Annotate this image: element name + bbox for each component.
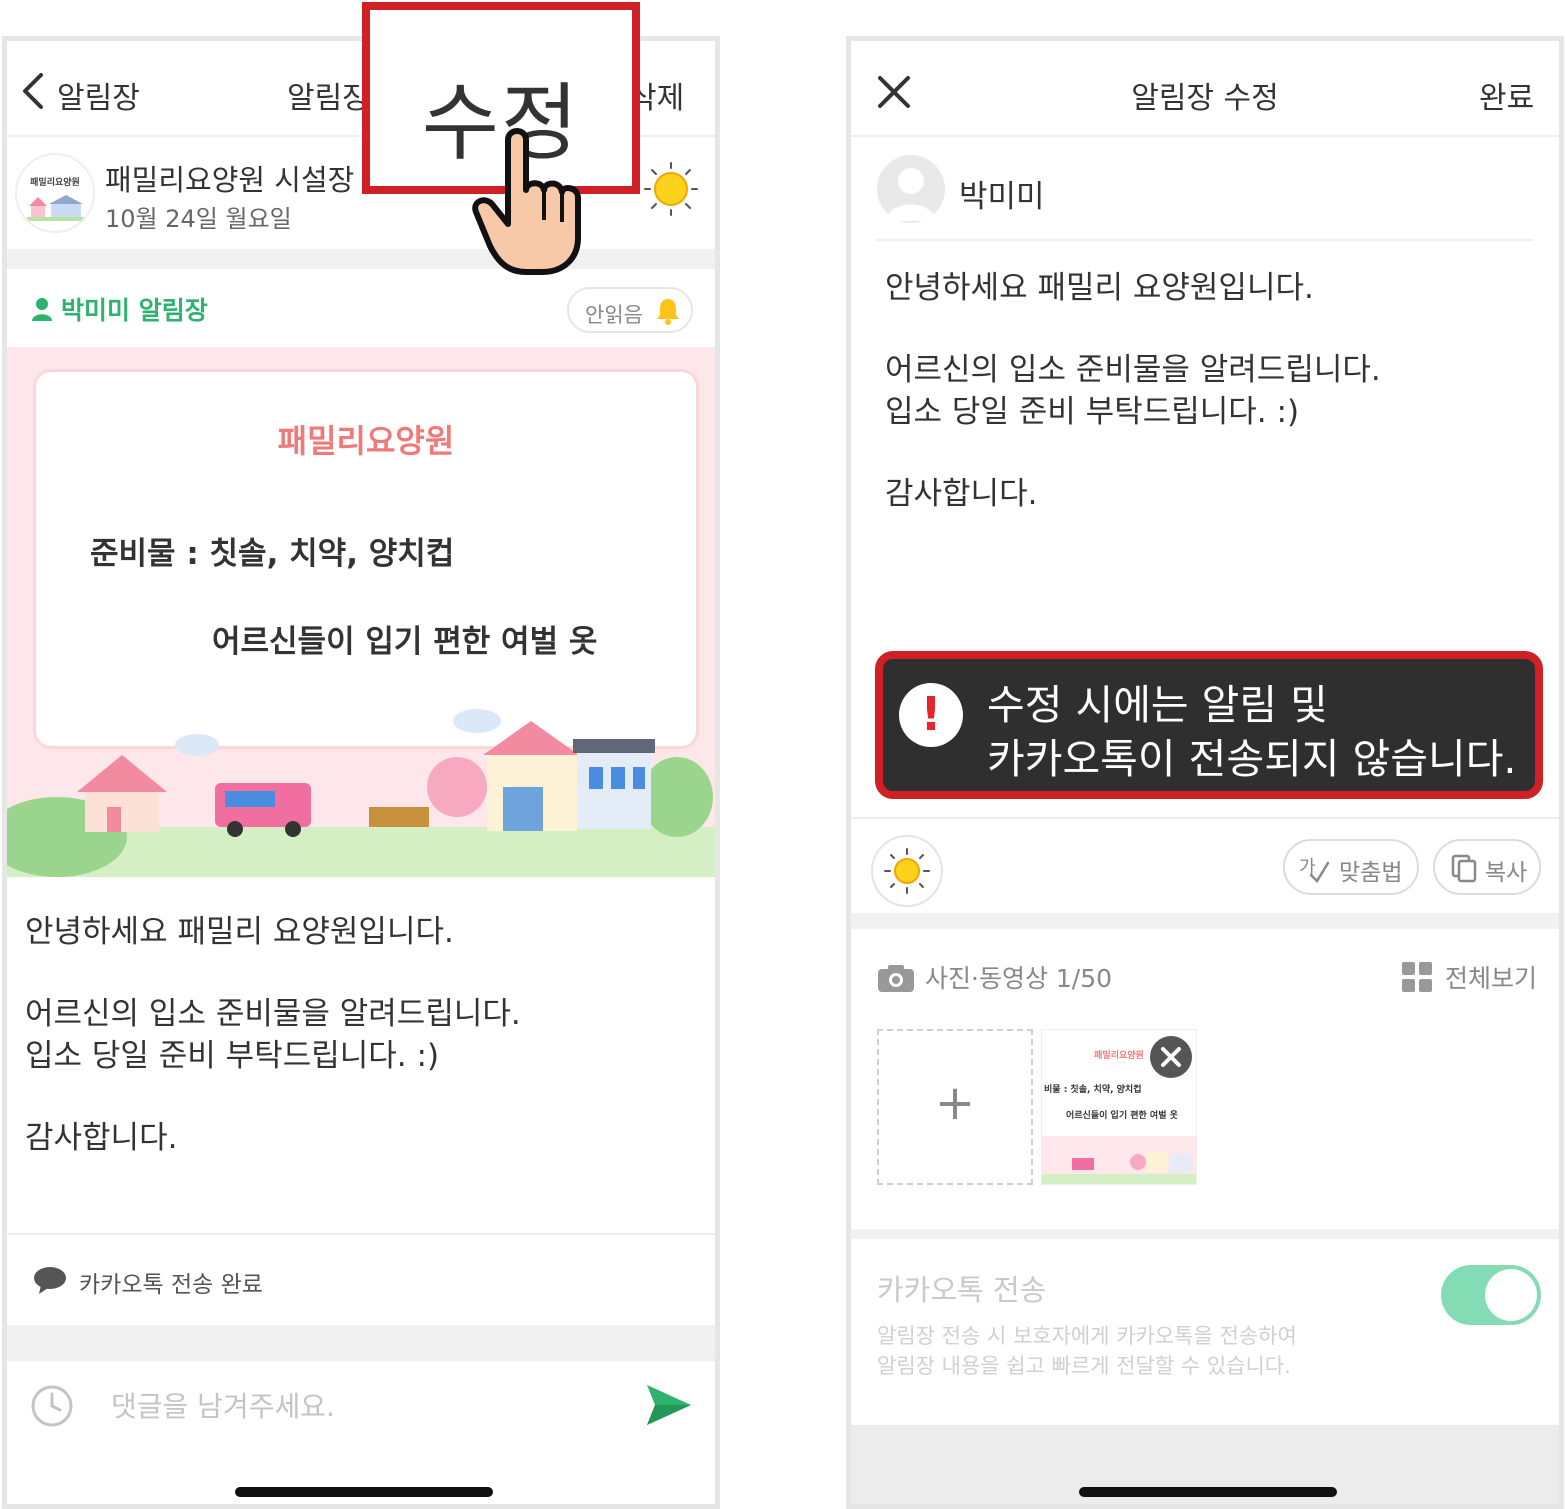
thumbnail-line-2: 어르신들이 입기 편한 여벌 옷 xyxy=(1066,1111,1178,1121)
body-closing: 감사합니다. xyxy=(885,476,1038,512)
notice-poster-image[interactable]: 패밀리요양원 준비물 : 칫솔, 치약, 양치컵 어르신들이 입기 편한 여벌 … xyxy=(7,347,715,877)
media-count-label: 사진·동영상 1/50 xyxy=(925,964,1113,993)
body-line: 어르신의 입소 준비물을 알려드립니다. xyxy=(885,352,1381,388)
avatar xyxy=(877,155,945,223)
plus-icon: + xyxy=(934,1075,976,1131)
kakao-desc-line-2: 알림장 내용을 쉽고 빠르게 전달할 수 있습니다. xyxy=(877,1354,1291,1378)
copy-label: 복사 xyxy=(1485,860,1528,886)
body-greeting: 안녕하세요 패밀리 요양원입니다. xyxy=(25,914,454,950)
kakao-send-section: 카카오톡 전송 알림장 전송 시 보호자에게 카카오톡을 전송하여 알림장 내용… xyxy=(851,1239,1559,1425)
unread-button[interactable]: 안읽음 xyxy=(567,287,693,333)
section-divider xyxy=(7,1325,715,1359)
pointing-hand-icon xyxy=(472,128,581,275)
sun-icon xyxy=(644,162,698,216)
clock-icon[interactable] xyxy=(29,1383,75,1429)
note-body: 안녕하세요 패밀리 요양원입니다. 어르신의 입소 준비물을 알려드립니다. 입… xyxy=(25,911,705,1199)
grid-icon[interactable] xyxy=(1401,961,1433,993)
page-title: 알림장 xyxy=(287,81,370,116)
section-divider xyxy=(851,1229,1559,1239)
add-media-button[interactable]: + xyxy=(877,1029,1033,1185)
spellcheck-button[interactable]: 가 맞춤법 xyxy=(1283,839,1419,895)
kakao-send-toggle[interactable] xyxy=(1441,1265,1541,1325)
edit-warning-callout: ! 수정 시에는 알림 및 카카오톡이 전송되지 않습니다. xyxy=(875,651,1543,799)
alert-icon: ! xyxy=(899,683,963,747)
view-all-button[interactable]: 전체보기 xyxy=(1445,959,1537,995)
comment-input[interactable]: 댓글을 남겨주세요. xyxy=(111,1385,335,1425)
media-thumbnail[interactable]: 패밀리요양원 비물 : 칫솔, 치약, 양치컵 어르신들이 입기 편한 여벌 옷 xyxy=(1041,1029,1197,1185)
house-icon xyxy=(27,195,87,221)
author-row: 박미미 xyxy=(877,151,1533,241)
weather-button[interactable] xyxy=(871,835,943,907)
close-icon xyxy=(1161,1047,1181,1067)
copy-icon xyxy=(1451,854,1477,883)
camera-icon xyxy=(878,965,914,992)
poster-line-supplies: 준비물 : 칫솔, 치약, 양치컵 xyxy=(90,536,455,572)
kakao-send-description: 알림장 전송 시 보호자에게 카카오톡을 전송하여 알림장 내용을 쉽고 빠르게… xyxy=(877,1321,1297,1381)
kakao-status-row: 카카오톡 전송 완료 xyxy=(7,1233,715,1325)
school-logo: 패밀리요양원 xyxy=(15,153,95,233)
note-title: 박미미 알림장 xyxy=(61,296,208,325)
remove-media-button[interactable] xyxy=(1150,1036,1192,1078)
note-header: 박미미 알림장 안읽음 xyxy=(7,269,715,345)
bell-icon xyxy=(657,299,679,325)
top-bar: 알림장 수정 완료 xyxy=(851,41,1559,137)
spellcheck-label: 맞춤법 xyxy=(1339,860,1403,886)
kakao-send-title: 카카오톡 전송 xyxy=(877,1273,1047,1307)
home-indicator xyxy=(1079,1487,1337,1497)
unread-label: 안읽음 xyxy=(585,303,643,327)
section-divider xyxy=(7,249,715,269)
svg-text:가: 가 xyxy=(1299,857,1316,878)
thumbnail-illustration xyxy=(1042,1136,1196,1184)
body-line: 어르신의 입소 준비물을 알려드립니다. xyxy=(25,996,521,1032)
kakao-desc-line-1: 알림장 전송 시 보호자에게 카카오톡을 전송하여 xyxy=(877,1324,1297,1348)
logo-text: 패밀리요양원 xyxy=(30,178,80,188)
note-detail-screen: 알림장 알림장 삭제 패밀리요양원 패밀리요양원 시설장 10월 24일 월요일 xyxy=(2,36,720,1509)
chat-bubble-icon xyxy=(34,1267,66,1294)
editor-toolbar: 가 맞춤법 복사 xyxy=(851,817,1559,913)
home-indicator xyxy=(235,1487,493,1497)
copy-button[interactable]: 복사 xyxy=(1433,839,1541,895)
sun-icon xyxy=(884,848,930,894)
toggle-knob xyxy=(1485,1269,1537,1321)
village-illustration xyxy=(7,709,715,877)
warning-line-2: 카카오톡이 전송되지 않습니다. xyxy=(987,735,1517,783)
poster-title: 패밀리요양원 xyxy=(277,422,455,460)
page-title: 알림장 수정 xyxy=(1131,81,1279,116)
note-edit-screen: 알림장 수정 완료 박미미 안녕하세요 패밀리 요양원입니다. 어르신의 입소 … xyxy=(846,36,1564,1509)
warning-line-1: 수정 시에는 알림 및 xyxy=(987,681,1328,729)
chevron-left-icon[interactable] xyxy=(19,71,49,111)
author-name: 박미미 xyxy=(959,179,1045,215)
note-body-editor[interactable]: 안녕하세요 패밀리 요양원입니다. 어르신의 입소 준비물을 알려드립니다. 입… xyxy=(885,267,1525,555)
back-button[interactable]: 알림장 xyxy=(57,73,140,117)
comment-bar: 댓글을 남겨주세요. xyxy=(7,1359,715,1449)
thumbnail-line-1: 비물 : 칫솔, 치약, 양치컵 xyxy=(1044,1085,1142,1095)
person-icon xyxy=(32,298,52,321)
body-closing: 감사합니다. xyxy=(25,1120,178,1156)
send-icon[interactable] xyxy=(643,1379,695,1431)
person-icon xyxy=(887,168,935,221)
body-greeting: 안녕하세요 패밀리 요양원입니다. xyxy=(885,270,1314,306)
note-date: 10월 24일 월요일 xyxy=(105,205,292,233)
body-line: 입소 당일 준비 부탁드립니다. :) xyxy=(885,394,1300,430)
body-line: 입소 당일 준비 부탁드립니다. :) xyxy=(25,1038,440,1074)
media-section: 사진·동영상 1/50 전체보기 + 패밀리요양원 비물 : 칫솔, 치약, 양… xyxy=(851,929,1559,1229)
done-button[interactable]: 완료 xyxy=(1479,73,1534,117)
section-divider xyxy=(851,913,1559,929)
school-name: 패밀리요양원 시설장 xyxy=(105,163,355,197)
spellcheck-icon: 가 xyxy=(1299,857,1329,883)
poster-line-clothes: 어르신들이 입기 편한 여벌 옷 xyxy=(212,624,598,660)
kakao-sent-status: 카카오톡 전송 완료 xyxy=(79,1272,263,1298)
